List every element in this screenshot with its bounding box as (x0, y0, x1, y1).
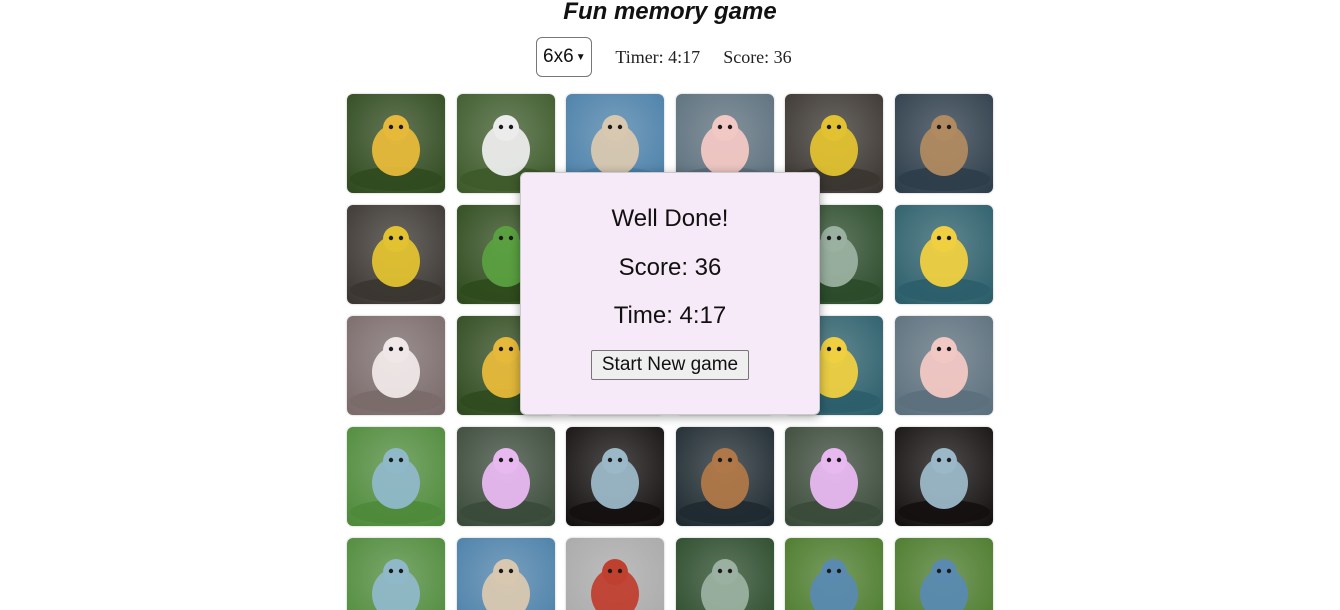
dialog-time: Time: 4:17 (613, 302, 727, 329)
card-yellow-chick[interactable] (347, 94, 445, 193)
card-pink-fluffy[interactable] (456, 427, 555, 526)
card-elf-red-hat[interactable] (566, 538, 665, 610)
card-image (894, 316, 993, 415)
card-rabbit-sorcerer[interactable] (894, 427, 993, 526)
dialog-score: Score: 36 (618, 254, 722, 281)
card-hedgehog-green[interactable] (675, 538, 774, 610)
card-child-trumpet[interactable] (347, 205, 445, 304)
card-blue-bird[interactable] (347, 538, 445, 610)
card-rabbit-sorcerer[interactable] (566, 427, 665, 526)
card-pink-fluffy[interactable] (785, 427, 884, 526)
card-image (785, 538, 884, 610)
card-image (456, 538, 555, 610)
card-image (785, 427, 884, 526)
card-image (566, 427, 665, 526)
card-image (894, 205, 993, 304)
score-display: Score: 36 (723, 46, 792, 67)
game-title: Fun memory game (563, 0, 777, 25)
card-kittens-pink[interactable] (347, 316, 445, 415)
card-image (566, 538, 665, 610)
chevron-down-icon: ▼ (575, 51, 586, 63)
card-samurai-cat[interactable] (894, 94, 993, 193)
card-image (347, 316, 445, 415)
card-image (347, 538, 445, 610)
card-blue-creature[interactable] (894, 538, 993, 610)
card-image (675, 538, 774, 610)
dialog-title: Well Done! (611, 205, 729, 232)
card-image (456, 427, 555, 526)
card-blue-creature[interactable] (785, 538, 884, 610)
card-pink-crest-chick[interactable] (894, 205, 993, 304)
start-new-game-button[interactable]: Start New game (591, 350, 749, 380)
controls-bar: 6x6 ▼ Timer: 4:17 Score: 36 (0, 36, 1340, 78)
board-size-select[interactable]: 6x6 ▼ (536, 37, 593, 77)
card-image (675, 427, 774, 526)
game-complete-dialog: Well Done! Score: 36 Time: 4:17 Start Ne… (520, 172, 820, 415)
card-image (894, 427, 993, 526)
timer-display: Timer: 4:17 (615, 46, 701, 67)
card-brown-fluffy[interactable] (675, 427, 774, 526)
card-image (347, 427, 445, 526)
card-kittens[interactable] (456, 538, 555, 610)
card-image (894, 94, 993, 193)
card-blue-bird[interactable] (347, 427, 445, 526)
card-image (894, 538, 993, 610)
board-size-value: 6x6 (543, 46, 574, 67)
card-image (347, 205, 445, 304)
card-image (347, 94, 445, 193)
card-cat-girl-hoodie[interactable] (894, 316, 993, 415)
